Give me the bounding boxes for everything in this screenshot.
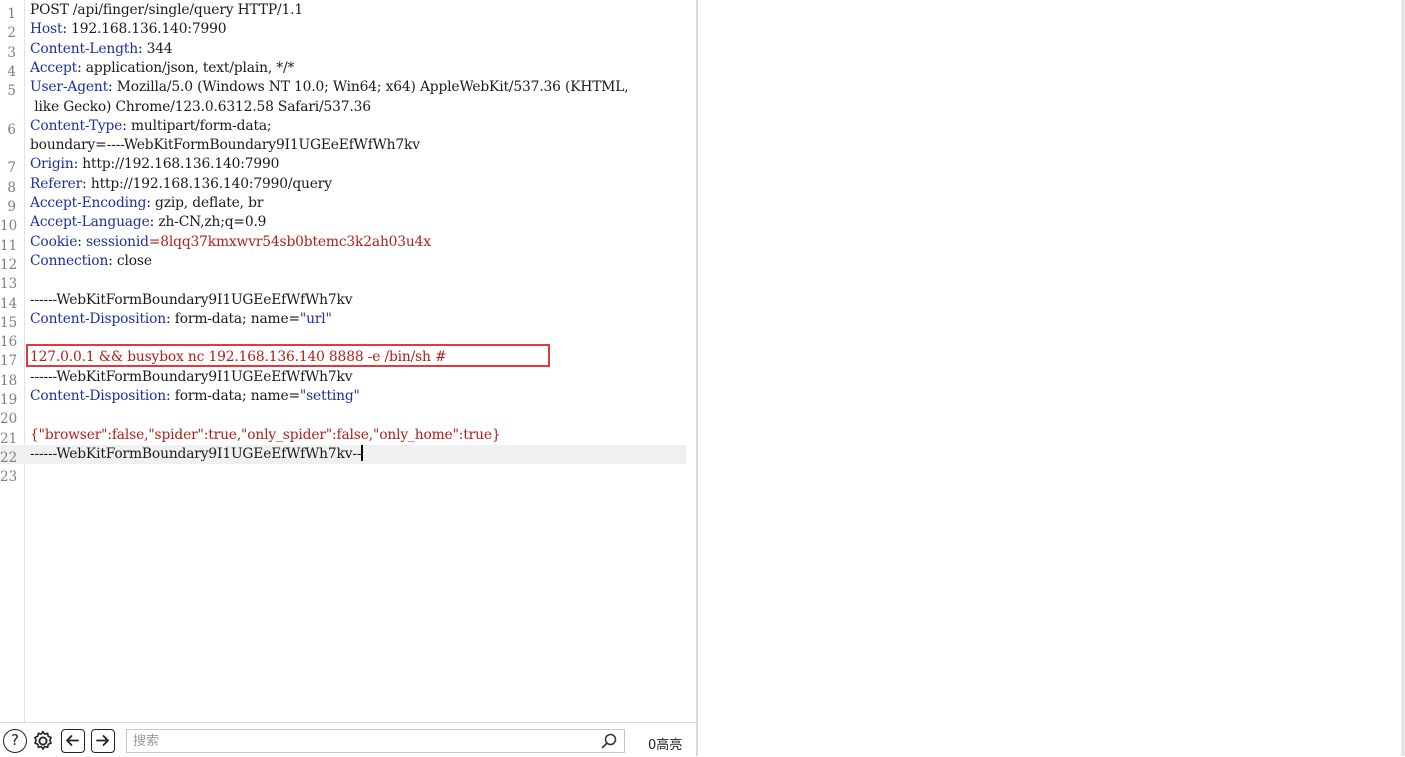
code-line[interactable]: 1 POST /api/finger/single/query HTTP/1.1 [0, 1, 686, 22]
code-text: Content-Type: multipart/form-data; [30, 117, 272, 136]
code-text: boundary=----WebKitFormBoundary9I1UGEeEf… [30, 136, 420, 155]
header-name-token: Accept-Language [30, 214, 150, 231]
code-line[interactable]: 13 [0, 271, 686, 292]
header-name-token: Content-Disposition [30, 388, 167, 404]
header-name-token: Content-Length [30, 40, 138, 57]
text-caret [361, 444, 364, 461]
text-token: : 192.168.136.140:7990 [62, 21, 227, 38]
code-text: Host: 192.168.136.140:7990 [30, 20, 227, 39]
code-line[interactable]: 7 Origin: http://192.168.136.140:7990 [0, 155, 686, 176]
text-token: ------WebKitFormBoundary9I1UGEeEfWfWh7kv… [30, 445, 362, 462]
text-token: : gzip, deflate, br [146, 195, 264, 211]
code-line[interactable]: 5 User-Agent: Mozilla/5.0 (Windows NT 10.… [0, 78, 686, 99]
text-token: : 344 [137, 40, 173, 57]
code-line[interactable]: 6 Content-Type: multipart/form-data; [0, 117, 686, 138]
code-line[interactable]: 3 Content-Length: 344 [0, 40, 686, 61]
text-token: : application/json, text/plain, */* [77, 59, 295, 76]
header-name-token: Accept-Encoding [30, 195, 147, 211]
text-token: : Mozilla/5.0 (Windows NT 10.0; Win64; x… [108, 79, 629, 96]
search-input[interactable] [133, 732, 593, 750]
code-text: Connection: close [30, 252, 152, 271]
code-line[interactable]: 22 ------WebKitFormBoundary9I1UGEeEfWfWh7… [0, 444, 686, 466]
code-line[interactable]: 9 Accept-Encoding: gzip, deflate, br [0, 194, 686, 215]
question-circle-icon: ? [11, 731, 19, 749]
text-token: : form-data; name= [166, 388, 300, 404]
value-token: =8lqq37kmxwvr54sb0btemc3k2ah03u4x [148, 233, 431, 250]
header-name-token: Referer [30, 175, 83, 192]
code-line[interactable]: 2 Host: 192.168.136.140:7990 [0, 20, 686, 41]
text-token: ------WebKitFormBoundary9I1UGEeEfWfWh7kv [30, 368, 353, 385]
header-name-token: Content-Disposition [30, 310, 167, 327]
value-token: {"browser":false,"spider":true,"only_spi… [30, 426, 501, 443]
code-text: ------WebKitFormBoundary9I1UGEeEfWfWh7kv [30, 368, 353, 387]
code-text: Origin: http://192.168.136.140:7990 [30, 155, 279, 174]
header-name-token: Host [30, 21, 63, 38]
header-name-token: Content-Type [30, 117, 123, 134]
code-text: ------WebKitFormBoundary9I1UGEeEfWfWh7kv [30, 291, 353, 310]
header-name-token: Accept [30, 59, 78, 76]
response-pane [698, 0, 1401, 756]
text-token: : [77, 233, 86, 250]
code-line[interactable]: 15 Content-Disposition: form-data; name="… [0, 310, 686, 331]
code-line[interactable]: 21 {"browser":false,"spider":true,"only_s… [0, 426, 686, 447]
code-line[interactable]: 4 Accept: application/json, text/plain, *… [0, 59, 686, 80]
code-line[interactable]: 23 [0, 464, 686, 485]
next-match-button[interactable] [91, 729, 115, 753]
text-token: : multipart/form-data; [122, 117, 272, 134]
line-number: 23 [0, 469, 18, 486]
scrollbar-track[interactable] [1401, 0, 1405, 756]
code-text: ------WebKitFormBoundary9I1UGEeEfWfWh7kv… [30, 444, 364, 464]
code-line[interactable]: 19 Content-Disposition: form-data; name="… [0, 387, 686, 408]
header-name-token: sessionid [85, 233, 149, 250]
match-count-label: 0高亮 [648, 738, 683, 753]
request-editor-pane: 1 POST /api/finger/single/query HTTP/1.1 2… [0, 0, 696, 757]
code-line[interactable]: 8 Referer: http://192.168.136.140:7990/qu… [0, 175, 686, 196]
text-token: ------WebKitFormBoundary9I1UGEeEfWfWh7kv [30, 291, 353, 308]
text-token: boundary=----WebKitFormBoundary9I1UGEeEf… [30, 137, 420, 154]
code-line[interactable]: 10 Accept-Language: zh-CN,zh;q=0.9 [0, 213, 686, 234]
code-line[interactable]: like Gecko) Chrome/123.0.6312.58 Safari/… [0, 98, 686, 117]
search-box [126, 729, 625, 753]
code-text: like Gecko) Chrome/123.0.6312.58 Safari/… [30, 98, 371, 117]
text-token: : zh-CN,zh;q=0.9 [149, 214, 267, 231]
header-name-token: "setting" [299, 388, 360, 404]
code-line[interactable]: 14 ------WebKitFormBoundary9I1UGEeEfWfWh7… [0, 291, 686, 312]
magnifier-icon[interactable] [600, 732, 618, 750]
text-token: : close [108, 252, 152, 269]
code-line[interactable]: 18 ------WebKitFormBoundary9I1UGEeEfWfWh7… [0, 368, 686, 389]
code-text: Accept: application/json, text/plain, */… [30, 59, 294, 78]
header-name-token: Cookie [30, 233, 78, 250]
code-text: Accept-Language: zh-CN,zh;q=0.9 [30, 213, 266, 232]
payload-highlight-box [26, 344, 550, 367]
text-token: POST /api/finger/single/query HTTP/1.1 [30, 2, 304, 18]
code-line[interactable]: 20 [0, 406, 686, 427]
code-text: {"browser":false,"spider":true,"only_spi… [30, 426, 501, 445]
text-token: : form-data; name= [166, 310, 300, 327]
header-name-token: Connection [30, 252, 109, 269]
code-text: POST /api/finger/single/query HTTP/1.1 [30, 1, 303, 20]
header-name-token: User-Agent [30, 79, 109, 96]
code-text: Cookie: sessionid=8lqq37kmxwvr54sb0btemc… [30, 233, 431, 252]
code-text: Referer: http://192.168.136.140:7990/que… [30, 175, 332, 194]
code-text: Content-Disposition: form-data; name="ur… [30, 310, 332, 329]
settings-button[interactable] [31, 729, 55, 753]
code-text: Content-Length: 344 [30, 40, 173, 59]
search-toolbar: ? 0高亮 [0, 722, 696, 757]
text-token: : http://192.168.136.140:7990/query [82, 175, 332, 192]
code-text: User-Agent: Mozilla/5.0 (Windows NT 10.0… [30, 78, 629, 97]
help-button[interactable]: ? [3, 729, 27, 753]
header-name-token: Origin [30, 156, 74, 173]
gear-icon [34, 730, 52, 750]
arrow-right-icon [96, 735, 109, 746]
arrow-left-icon [66, 735, 79, 746]
code-text: Content-Disposition: form-data; name="se… [30, 387, 360, 406]
code-text: Accept-Encoding: gzip, deflate, br [30, 194, 263, 213]
header-name-token: "url" [299, 310, 332, 327]
text-token: : http://192.168.136.140:7990 [73, 156, 280, 173]
code-line[interactable]: boundary=----WebKitFormBoundary9I1UGEeEf… [0, 136, 686, 155]
code-line[interactable]: 11 Cookie: sessionid=8lqq37kmxwvr54sb0bte… [0, 233, 686, 254]
previous-match-button[interactable] [61, 729, 85, 753]
code-line[interactable]: 12 Connection: close [0, 252, 686, 273]
text-token: like Gecko) Chrome/123.0.6312.58 Safari/… [30, 98, 371, 115]
